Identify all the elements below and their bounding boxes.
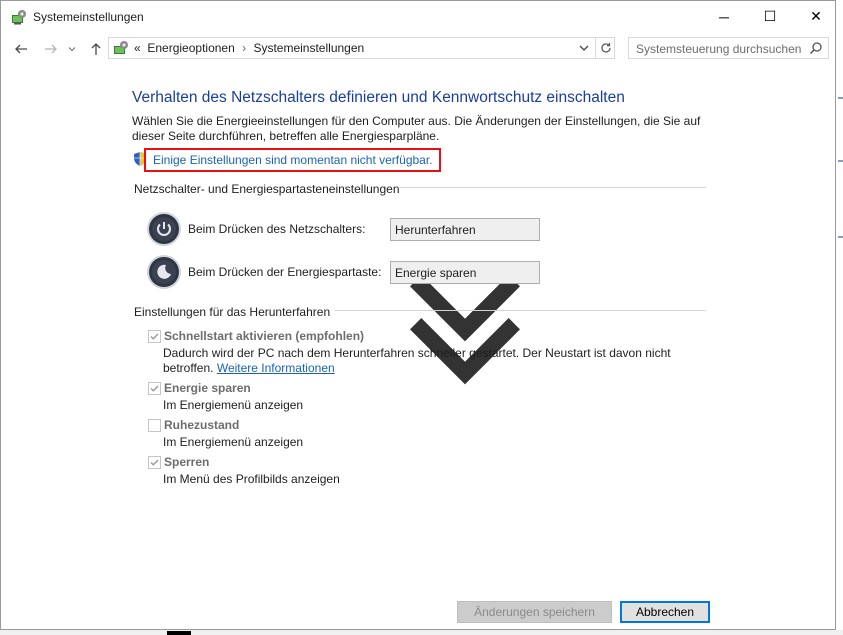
taskbar-strip bbox=[0, 630, 843, 635]
sleep-description: Im Energiemenü anzeigen bbox=[163, 398, 304, 412]
control-panel-icon bbox=[114, 41, 128, 54]
power-button-label: Beim Drücken des Netzschalters: bbox=[188, 222, 366, 236]
window-title: Systemeinstellungen bbox=[33, 10, 144, 24]
arrow-right-icon[interactable] bbox=[43, 41, 59, 57]
checkmark-icon bbox=[150, 385, 159, 392]
lock-checkbox[interactable] bbox=[148, 456, 161, 469]
search-input[interactable]: Systemsteuerung durchsuchen bbox=[628, 37, 829, 59]
divider bbox=[398, 187, 706, 188]
title-bar: Systemeinstellungen ─ ☐ ✕ bbox=[1, 1, 835, 32]
close-button[interactable]: ✕ bbox=[793, 1, 839, 32]
refresh-icon[interactable] bbox=[595, 38, 616, 58]
hibernate-label: Ruhezustand bbox=[164, 418, 240, 432]
sleep-button-action-value: Energie sparen bbox=[395, 266, 477, 280]
hibernate-description: Im Energiemenü anzeigen bbox=[163, 435, 304, 449]
background-window-edge bbox=[836, 0, 843, 635]
more-info-link[interactable]: Weitere Informationen bbox=[217, 361, 335, 375]
breadcrumb-separator[interactable]: › bbox=[242, 41, 246, 55]
divider bbox=[335, 310, 706, 311]
arrow-up-icon[interactable] bbox=[88, 41, 104, 57]
shutdown-group-header: Einstellungen für das Herunterfahren bbox=[134, 305, 331, 319]
page-description: Wählen Sie die Energieeinstellungen für … bbox=[132, 114, 701, 143]
power-button-action-select[interactable]: Herunterfahren bbox=[390, 218, 540, 342]
sleep-button-label: Beim Drücken der Energiespartaste: bbox=[188, 265, 382, 279]
minimize-button[interactable]: ─ bbox=[701, 1, 747, 32]
sleep-button-icon bbox=[149, 257, 179, 287]
page-title: Verhalten des Netzschalters definieren u… bbox=[132, 89, 625, 106]
sleep-checkbox[interactable] bbox=[148, 382, 161, 395]
address-bar[interactable]: « Energieoptionen › Systemeinstellungen bbox=[108, 37, 615, 59]
checkmark-icon bbox=[150, 459, 159, 466]
window: Systemeinstellungen ─ ☐ ✕ « Energieoptio… bbox=[0, 0, 836, 630]
breadcrumb-item-energieoptionen[interactable]: Energieoptionen bbox=[147, 41, 234, 55]
cancel-button[interactable]: Abbrechen bbox=[620, 601, 710, 623]
sleep-button-action-select[interactable]: Energie sparen bbox=[390, 261, 540, 385]
background-link-fragment bbox=[838, 97, 843, 99]
maximize-button[interactable]: ☐ bbox=[747, 1, 793, 32]
chevron-down-icon[interactable] bbox=[67, 41, 77, 57]
fast-startup-checkbox[interactable] bbox=[148, 330, 161, 343]
unavailable-settings-highlight: Einige Einstellungen sind momentan nicht… bbox=[144, 148, 441, 172]
search-placeholder: Systemsteuerung durchsuchen bbox=[636, 42, 802, 56]
fast-startup-label: Schnellstart aktivieren (empfohlen) bbox=[164, 329, 365, 343]
change-unavailable-settings-link[interactable]: Einige Einstellungen sind momentan nicht… bbox=[153, 153, 433, 167]
power-group-header: Netzschalter- und Energiespartasteneinst… bbox=[134, 182, 400, 196]
fast-startup-description: Dadurch wird der PC nach dem Herunterfah… bbox=[163, 346, 683, 376]
control-panel-icon bbox=[12, 10, 26, 25]
lock-label: Sperren bbox=[164, 455, 210, 469]
lock-description: Im Menü des Profilbilds anzeigen bbox=[163, 472, 340, 486]
arrow-left-icon[interactable] bbox=[13, 41, 29, 57]
hibernate-checkbox[interactable] bbox=[148, 419, 161, 432]
breadcrumb-item-systemeinstellungen[interactable]: Systemeinstellungen bbox=[253, 41, 364, 55]
background-link-fragment bbox=[838, 160, 843, 162]
address-history-dropdown[interactable] bbox=[575, 39, 593, 57]
background-link-fragment bbox=[838, 236, 843, 238]
save-changes-button[interactable]: Änderungen speichern bbox=[457, 601, 612, 623]
checkmark-icon bbox=[150, 333, 159, 340]
sleep-label: Energie sparen bbox=[164, 381, 251, 395]
taskbar-fragment bbox=[167, 631, 191, 635]
breadcrumb: « Energieoptionen › Systemeinstellungen bbox=[134, 41, 364, 55]
search-icon[interactable] bbox=[809, 41, 823, 55]
power-button-icon bbox=[149, 214, 179, 244]
power-button-action-value: Herunterfahren bbox=[395, 223, 476, 237]
breadcrumb-overflow[interactable]: « bbox=[134, 41, 141, 55]
